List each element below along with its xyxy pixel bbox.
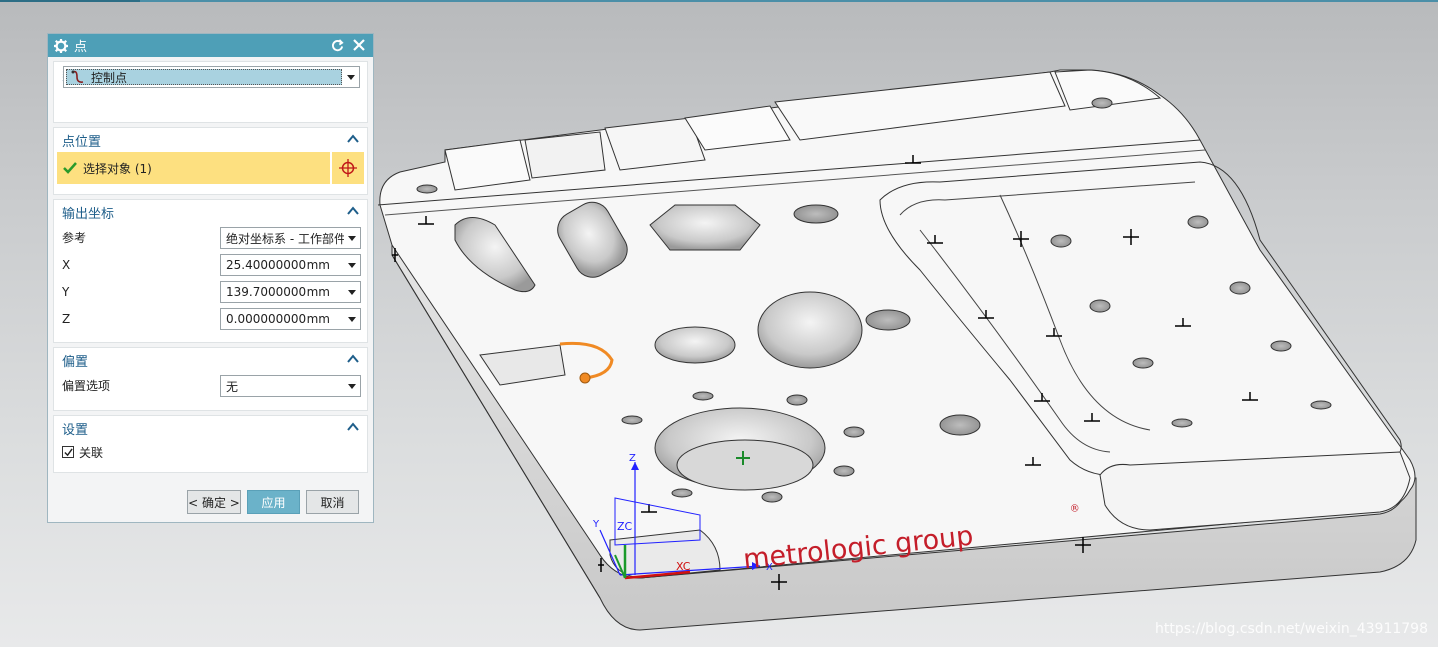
y-dropdown-arrow[interactable] bbox=[344, 282, 360, 302]
select-object-label: 选择对象 (1) bbox=[83, 161, 152, 176]
select-object-field[interactable]: 选择对象 (1) bbox=[57, 152, 364, 184]
chevron-up-icon[interactable] bbox=[347, 421, 359, 433]
y-input[interactable]: 139.7000000 mm bbox=[220, 281, 361, 303]
section-point-location-header[interactable]: 点位置 bbox=[54, 128, 367, 152]
point-dialog-button[interactable] bbox=[330, 152, 364, 184]
x-value: 25.40000000 bbox=[226, 258, 307, 272]
offset-option-dropdown[interactable]: 无 bbox=[220, 375, 361, 397]
crosshair-icon bbox=[339, 159, 357, 177]
section-point-location: 点位置 选择对象 (1) bbox=[53, 127, 368, 195]
reference-value: 绝对坐标系 - 工作部件 bbox=[226, 231, 346, 246]
chevron-up-icon[interactable] bbox=[347, 133, 359, 145]
reference-dropdown-arrow[interactable] bbox=[344, 228, 360, 248]
chevron-up-icon[interactable] bbox=[347, 353, 359, 365]
chevron-down-icon bbox=[348, 316, 356, 322]
gear-icon bbox=[54, 38, 68, 53]
y-value: 139.7000000 bbox=[226, 285, 307, 299]
reference-dropdown[interactable]: 绝对坐标系 - 工作部件 bbox=[220, 227, 361, 249]
chevron-down-icon bbox=[347, 74, 355, 80]
section-output-title: 输出坐标 bbox=[62, 206, 115, 222]
section-offset-title: 偏置 bbox=[62, 354, 89, 370]
section-settings: 设置 关联 bbox=[53, 415, 368, 473]
section-settings-title: 设置 bbox=[62, 422, 89, 438]
section-settings-header[interactable]: 设置 bbox=[54, 416, 367, 440]
axis-label-z: Z bbox=[629, 453, 636, 464]
chevron-up-icon[interactable] bbox=[347, 205, 359, 217]
point-dialog[interactable]: 点 类型 控制点 点位置 bbox=[47, 33, 374, 523]
section-type: 类型 控制点 bbox=[53, 61, 368, 123]
dialog-footer: < 确定 > 应用 取消 bbox=[48, 478, 373, 522]
axis-label-y: Y bbox=[592, 519, 600, 530]
type-selected-label: 控制点 bbox=[91, 70, 128, 85]
type-dropdown[interactable]: 控制点 bbox=[63, 66, 360, 88]
z-input[interactable]: 0.000000000 mm bbox=[220, 308, 361, 330]
reset-icon bbox=[331, 38, 344, 51]
close-icon bbox=[353, 39, 365, 51]
z-dropdown-arrow[interactable] bbox=[344, 309, 360, 329]
apply-button[interactable]: 应用 bbox=[247, 490, 300, 514]
reset-button[interactable] bbox=[329, 37, 345, 53]
x-input[interactable]: 25.40000000 mm bbox=[220, 254, 361, 276]
y-unit: mm bbox=[306, 285, 330, 299]
check-icon bbox=[63, 447, 73, 456]
chevron-down-icon bbox=[348, 383, 356, 389]
ok-button[interactable]: < 确定 > bbox=[187, 490, 241, 514]
offset-option-label: 偏置选项 bbox=[62, 379, 111, 393]
type-selected: 控制点 bbox=[66, 69, 342, 85]
section-output-coordinates: 输出坐标 参考 绝对坐标系 - 工作部件 X 25.40000000 mm Y … bbox=[53, 199, 368, 343]
section-offset: 偏置 偏置选项 无 bbox=[53, 347, 368, 411]
associate-checkbox[interactable] bbox=[62, 446, 74, 458]
offset-dropdown-arrow[interactable] bbox=[344, 376, 360, 396]
associate-label: 关联 bbox=[79, 445, 104, 460]
logo-registered-mark: ® bbox=[1069, 503, 1080, 515]
section-point-location-title: 点位置 bbox=[62, 134, 102, 150]
chevron-down-icon bbox=[348, 289, 356, 295]
x-row: X 25.40000000 mm bbox=[54, 251, 367, 278]
close-button[interactable] bbox=[351, 37, 367, 53]
section-output-header[interactable]: 输出坐标 bbox=[54, 200, 367, 224]
chevron-down-icon bbox=[348, 262, 356, 268]
x-label: X bbox=[62, 257, 71, 272]
offset-option-value: 无 bbox=[226, 379, 239, 394]
x-unit: mm bbox=[306, 258, 330, 272]
axis-label-xc: XC bbox=[676, 560, 691, 573]
watermark: https://blog.csdn.net/weixin_43911798 bbox=[1154, 621, 1428, 637]
z-label: Z bbox=[62, 311, 71, 326]
cancel-button[interactable]: 取消 bbox=[306, 490, 359, 514]
control-point-icon bbox=[71, 70, 84, 83]
y-label: Y bbox=[62, 284, 70, 299]
type-dropdown-arrow[interactable] bbox=[343, 67, 359, 87]
reference-label: 参考 bbox=[62, 231, 87, 245]
dialog-titlebar[interactable]: 点 bbox=[48, 34, 373, 57]
x-dropdown-arrow[interactable] bbox=[344, 255, 360, 275]
z-value: 0.000000000 bbox=[226, 312, 307, 326]
checkmark-icon bbox=[63, 162, 77, 174]
reference-row: 参考 绝对坐标系 - 工作部件 bbox=[54, 224, 367, 251]
offset-option-row: 偏置选项 无 bbox=[54, 372, 367, 399]
y-row: Y 139.7000000 mm bbox=[54, 278, 367, 305]
z-unit: mm bbox=[306, 312, 330, 326]
associate-row[interactable]: 关联 bbox=[54, 440, 367, 464]
z-row: Z 0.000000000 mm bbox=[54, 305, 367, 332]
chevron-down-icon bbox=[348, 235, 356, 241]
axis-label-zc: ZC bbox=[617, 520, 633, 533]
dialog-title: 点 bbox=[74, 40, 88, 55]
section-offset-header[interactable]: 偏置 bbox=[54, 348, 367, 372]
